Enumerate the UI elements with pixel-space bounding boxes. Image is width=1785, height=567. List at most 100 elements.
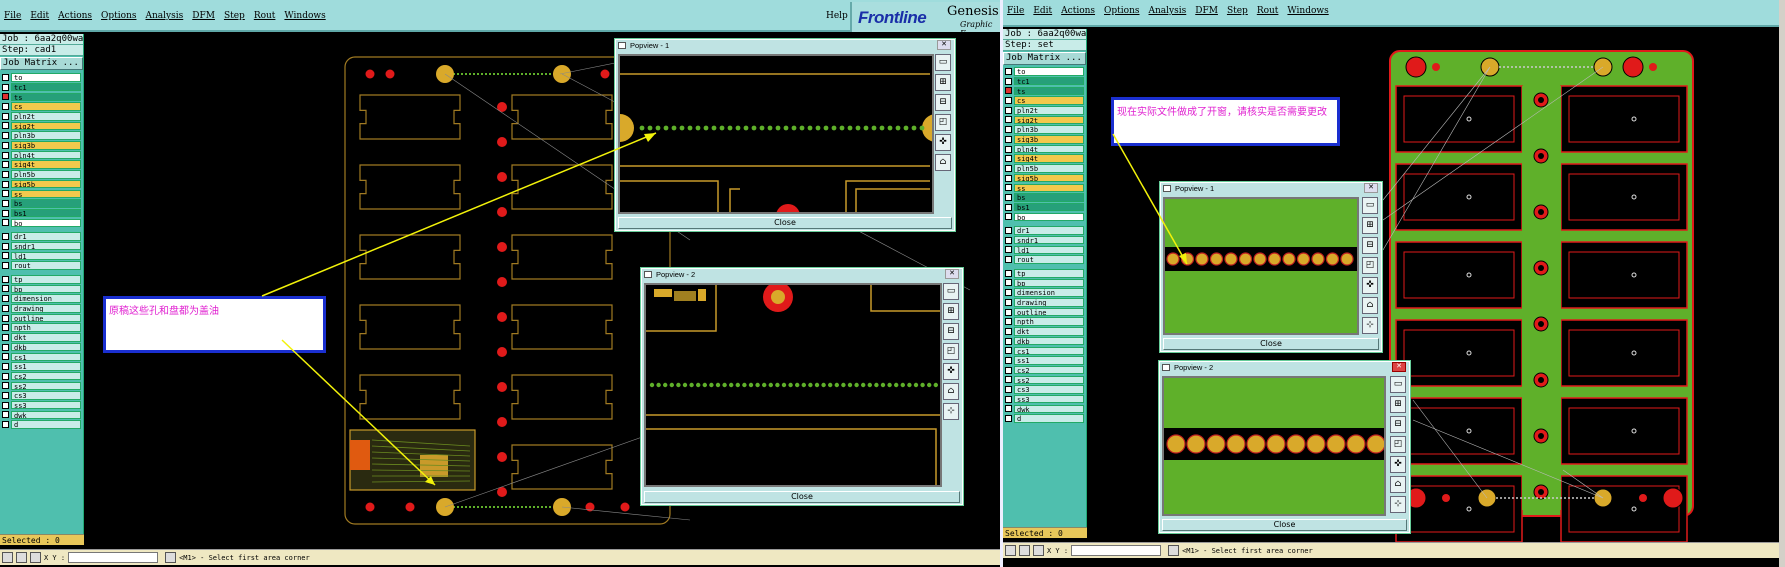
layer-row[interactable]: tp bbox=[2, 275, 81, 284]
layer-checkbox[interactable] bbox=[2, 421, 9, 429]
fit-icon[interactable]: ✜ bbox=[943, 363, 959, 380]
layer-checkbox[interactable] bbox=[1005, 327, 1012, 335]
layer-name[interactable]: pln5b bbox=[1014, 164, 1084, 173]
status-button[interactable] bbox=[1168, 545, 1180, 556]
layer-name[interactable]: cs1 bbox=[1014, 346, 1084, 356]
layer-checkbox[interactable] bbox=[2, 333, 9, 341]
layer-checkbox[interactable] bbox=[2, 314, 9, 322]
layer-name[interactable]: tc1 bbox=[1014, 76, 1084, 86]
layer-row[interactable]: sig3b bbox=[2, 141, 81, 150]
layer-row[interactable]: rout bbox=[1005, 255, 1084, 264]
popview-2-titlebar[interactable]: Popview - 2 ✕ bbox=[1159, 361, 1410, 374]
layer-row[interactable]: outline bbox=[2, 313, 81, 323]
layer-checkbox[interactable] bbox=[2, 324, 9, 332]
layer-row[interactable]: drawing bbox=[1005, 298, 1084, 307]
layer-checkbox[interactable] bbox=[2, 151, 9, 159]
popview-2-view[interactable] bbox=[644, 283, 942, 487]
zoom-out-icon[interactable]: ⊟ bbox=[1390, 416, 1406, 433]
layer-checkbox[interactable] bbox=[2, 411, 9, 419]
layer-row[interactable]: tc1 bbox=[1005, 76, 1084, 86]
layer-row[interactable]: ss2 bbox=[2, 381, 81, 391]
layer-row[interactable]: bp bbox=[1005, 278, 1084, 288]
layer-row[interactable]: sig5b bbox=[1005, 173, 1084, 183]
layer-checkbox[interactable] bbox=[2, 362, 9, 370]
layer-name[interactable]: ss bbox=[11, 189, 81, 199]
popview-1-titlebar[interactable]: Popview - 1 ✕ bbox=[615, 39, 955, 52]
layer-row[interactable]: pln4t bbox=[2, 150, 81, 160]
pan-icon[interactable]: ◰ bbox=[1362, 257, 1378, 274]
layer-checkbox[interactable] bbox=[2, 242, 9, 250]
layer-checkbox[interactable] bbox=[2, 112, 9, 120]
layer-row[interactable]: dkt bbox=[2, 333, 81, 342]
layer-row[interactable]: ts bbox=[1005, 86, 1084, 96]
layer-checkbox[interactable] bbox=[2, 382, 9, 390]
layer-row[interactable]: dwk bbox=[1005, 404, 1084, 414]
popview-1-titlebar[interactable]: Popview - 1 ✕ bbox=[1160, 182, 1382, 195]
menu-analysis[interactable]: Analysis bbox=[1149, 6, 1187, 16]
layer-name[interactable]: cs3 bbox=[11, 391, 81, 400]
layer-row[interactable]: cs1 bbox=[2, 352, 81, 362]
layer-name[interactable]: cs2 bbox=[1014, 365, 1084, 375]
layer-name[interactable]: sndr1 bbox=[1014, 235, 1084, 245]
layer-row[interactable]: ss bbox=[2, 189, 81, 199]
layer-row[interactable]: npth bbox=[1005, 317, 1084, 326]
layer-row[interactable]: sig5b bbox=[2, 179, 81, 189]
layer-checkbox[interactable] bbox=[1005, 289, 1012, 297]
layer-name[interactable]: sig3b bbox=[1014, 135, 1084, 144]
layer-name[interactable]: pln2t bbox=[1014, 106, 1084, 115]
layer-checkbox[interactable] bbox=[1005, 347, 1012, 355]
layer-name[interactable]: cs bbox=[11, 102, 81, 111]
layer-name[interactable]: tc1 bbox=[11, 82, 81, 92]
layer-row[interactable]: rout bbox=[2, 261, 81, 270]
layer-row[interactable]: ss2 bbox=[1005, 375, 1084, 385]
layer-checkbox[interactable] bbox=[1005, 126, 1012, 134]
home-icon[interactable]: ⌂ bbox=[1390, 476, 1406, 493]
layer-checkbox[interactable] bbox=[2, 275, 9, 283]
xy-field[interactable] bbox=[1071, 545, 1162, 556]
layer-name[interactable]: ss1 bbox=[11, 362, 81, 371]
layer-row[interactable]: bs bbox=[2, 199, 81, 208]
menu-edit[interactable]: Edit bbox=[30, 11, 49, 21]
layer-name[interactable]: sig2t bbox=[1014, 115, 1084, 125]
layer-checkbox[interactable] bbox=[1005, 356, 1012, 364]
layer-checkbox[interactable] bbox=[2, 180, 9, 188]
menu-actions[interactable]: Actions bbox=[58, 11, 92, 21]
layer-name[interactable]: pln2t bbox=[11, 112, 81, 121]
layer-row[interactable]: to bbox=[1005, 67, 1084, 76]
popview-1-view[interactable] bbox=[618, 54, 934, 214]
layer-name[interactable]: d bbox=[11, 420, 81, 429]
layer-checkbox[interactable] bbox=[2, 295, 9, 303]
menu-step[interactable]: Step bbox=[224, 11, 245, 21]
menu-help[interactable]: Help bbox=[826, 11, 848, 21]
layer-row[interactable]: bo bbox=[2, 218, 81, 228]
layer-row[interactable]: dr1 bbox=[1005, 226, 1084, 235]
layer-name[interactable]: ss3 bbox=[1014, 394, 1084, 404]
close-icon[interactable]: ✕ bbox=[937, 40, 951, 50]
menu-actions[interactable]: Actions bbox=[1061, 6, 1095, 16]
layer-checkbox[interactable] bbox=[2, 252, 9, 260]
layer-checkbox[interactable] bbox=[2, 304, 9, 312]
layer-name[interactable]: dkt bbox=[11, 333, 81, 342]
layer-row[interactable]: pln5b bbox=[2, 170, 81, 179]
layer-row[interactable]: to bbox=[2, 73, 81, 82]
layer-checkbox[interactable] bbox=[1005, 68, 1012, 76]
layer-name[interactable]: dkt bbox=[1014, 327, 1084, 336]
layer-name[interactable]: pln3b bbox=[11, 131, 81, 140]
layer-name[interactable]: ss bbox=[1014, 183, 1084, 193]
layer-row[interactable]: pln5b bbox=[1005, 164, 1084, 173]
layer-name[interactable]: bo bbox=[1014, 212, 1084, 222]
layer-row[interactable]: sig3b bbox=[1005, 135, 1084, 144]
layer-checkbox[interactable] bbox=[1005, 184, 1012, 192]
layer-name[interactable]: ss2 bbox=[1014, 375, 1084, 385]
layer-checkbox[interactable] bbox=[1005, 155, 1012, 163]
layer-row[interactable]: bs bbox=[1005, 193, 1084, 202]
layer-checkbox[interactable] bbox=[2, 219, 9, 227]
pan-icon[interactable]: ◰ bbox=[1390, 436, 1406, 453]
popview-2-close-button[interactable]: Close bbox=[1162, 519, 1407, 531]
job-matrix-button[interactable]: Job Matrix ... bbox=[1003, 52, 1086, 65]
layer-row[interactable]: cs3 bbox=[1005, 385, 1084, 394]
layer-row[interactable]: dkb bbox=[2, 342, 81, 352]
layer-name[interactable]: bo bbox=[11, 218, 81, 228]
layer-row[interactable]: pln2t bbox=[1005, 106, 1084, 115]
layer-checkbox[interactable] bbox=[1005, 87, 1012, 95]
